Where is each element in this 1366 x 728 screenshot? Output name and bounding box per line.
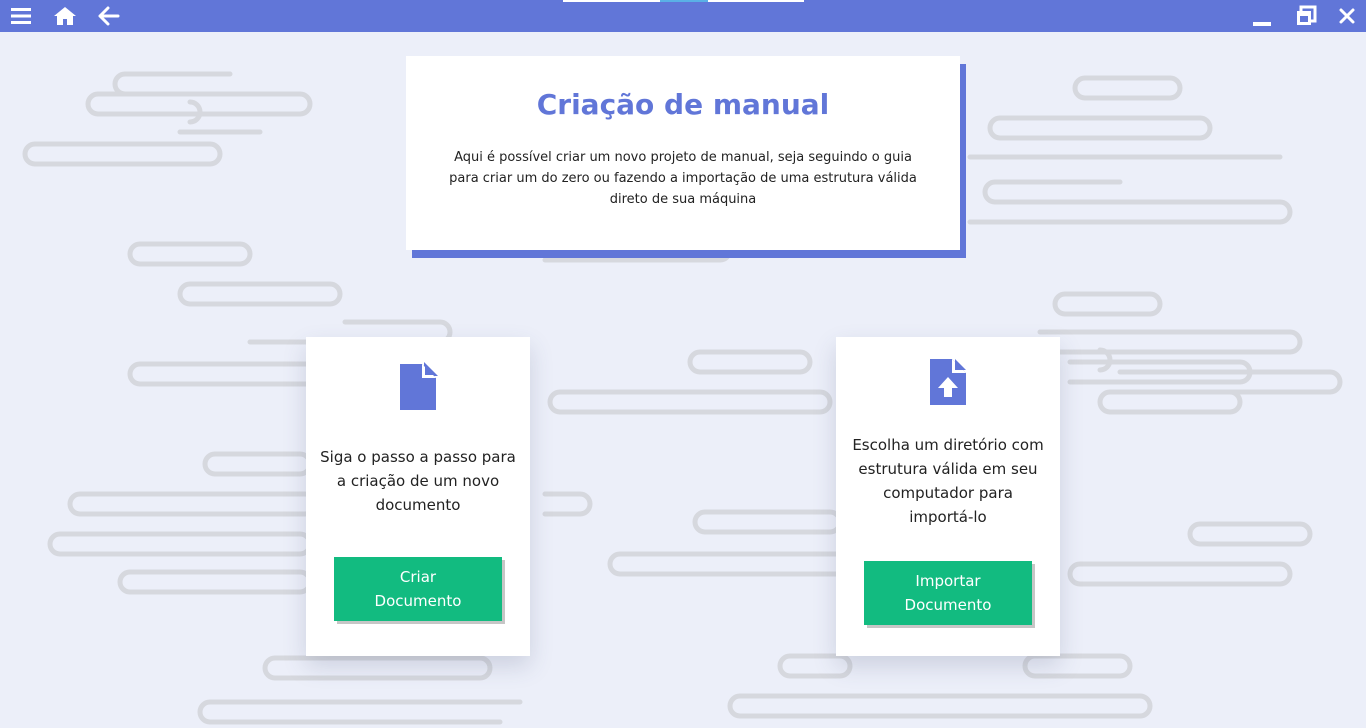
create-document-button[interactable]: Criar Documento [334,557,502,621]
close-icon[interactable] [1336,0,1358,32]
restore-icon[interactable] [1294,0,1318,32]
import-document-card: Escolha um diretório com estrutura válid… [836,337,1060,656]
create-document-text: Siga o passo a passo para a criação de u… [320,448,516,514]
file-icon [398,362,438,416]
menu-icon[interactable] [8,0,34,32]
import-document-button[interactable]: Importar Documento [864,561,1032,625]
arrow-left-icon[interactable] [96,0,122,32]
create-document-card: Siga o passo a passo para a criação de u… [306,337,530,656]
tab-indicator [563,0,804,2]
file-upload-icon [928,357,968,411]
page-title: Criação de manual [536,88,830,121]
hero-panel: Criação de manual Aqui é possível criar … [406,56,960,250]
import-document-text: Escolha um diretório com estrutura válid… [852,436,1044,526]
title-bar [0,0,1366,32]
minimize-icon[interactable] [1250,0,1274,32]
active-tab-indicator [660,0,708,2]
page-description: Aqui é possível criar um novo projeto de… [449,150,917,207]
home-icon[interactable] [52,0,78,32]
